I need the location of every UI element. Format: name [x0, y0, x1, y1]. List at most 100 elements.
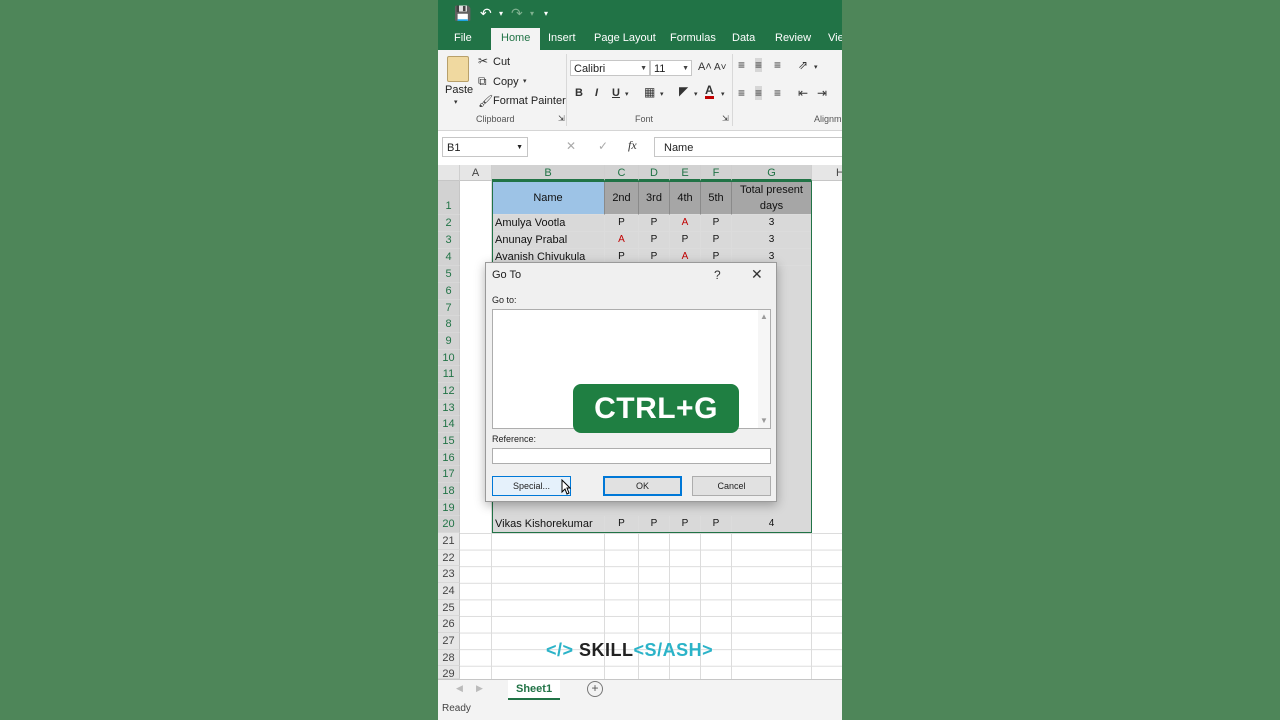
- header-day-4[interactable]: 4th: [670, 181, 701, 215]
- header-total[interactable]: Total present days: [732, 181, 812, 215]
- row-header[interactable]: 4: [438, 249, 460, 266]
- increase-indent-icon[interactable]: ⇥: [817, 86, 827, 100]
- row-header[interactable]: 21: [438, 533, 460, 550]
- row-header[interactable]: 14: [438, 416, 460, 433]
- redo-icon[interactable]: ↷: [511, 5, 523, 22]
- column-header-g[interactable]: G: [732, 165, 812, 181]
- cell-name[interactable]: Amulya Vootla: [492, 215, 605, 232]
- reference-input[interactable]: [492, 448, 771, 464]
- tab-data[interactable]: Data: [732, 32, 755, 44]
- row-header[interactable]: 10: [438, 350, 460, 366]
- undo-icon[interactable]: ↶: [480, 5, 492, 22]
- row-header[interactable]: 19: [438, 500, 460, 516]
- row-header[interactable]: 11: [438, 366, 460, 383]
- orientation-dropdown-icon[interactable]: ▾: [814, 63, 818, 71]
- row-header[interactable]: 24: [438, 583, 460, 600]
- row-header[interactable]: 12: [438, 383, 460, 400]
- row-header[interactable]: 3: [438, 232, 460, 249]
- tab-view[interactable]: Vie: [828, 32, 842, 44]
- decrease-font-icon[interactable]: A˅: [714, 62, 727, 73]
- column-header-b[interactable]: B: [492, 165, 605, 181]
- font-size-combo[interactable]: 11 ▼: [650, 60, 692, 76]
- cell-total[interactable]: 4: [732, 516, 812, 533]
- row-header[interactable]: 7: [438, 300, 460, 316]
- header-day-5[interactable]: 5th: [701, 181, 732, 215]
- column-header-h[interactable]: H: [812, 165, 842, 181]
- align-middle-icon[interactable]: ≡: [755, 58, 763, 72]
- font-color-icon[interactable]: A: [705, 84, 714, 99]
- borders-icon[interactable]: ▦: [644, 85, 655, 99]
- row-header[interactable]: 26: [438, 616, 460, 633]
- row-header[interactable]: 18: [438, 483, 460, 500]
- customize-icon[interactable]: ▾: [544, 9, 548, 18]
- formula-input[interactable]: Name: [654, 137, 842, 157]
- font-name-combo[interactable]: Calibri ▼: [570, 60, 650, 76]
- select-all-corner[interactable]: [438, 165, 460, 181]
- row-header[interactable]: 13: [438, 400, 460, 416]
- cell-day-absent[interactable]: A: [605, 232, 639, 249]
- borders-dropdown-icon[interactable]: ▾: [660, 90, 664, 98]
- tab-insert[interactable]: Insert: [548, 32, 576, 44]
- cell-day[interactable]: P: [701, 516, 732, 533]
- row-header[interactable]: 8: [438, 316, 460, 333]
- scroll-right-icon[interactable]: ▶: [476, 683, 483, 694]
- row-header[interactable]: 2: [438, 215, 460, 232]
- fill-color-icon[interactable]: ◤: [679, 84, 688, 98]
- name-box[interactable]: B1 ▼: [442, 137, 528, 157]
- header-name[interactable]: Name: [492, 181, 605, 215]
- enter-icon[interactable]: ✓: [598, 139, 608, 153]
- row-header[interactable]: 20: [438, 516, 460, 533]
- cell-day[interactable]: P: [670, 232, 701, 249]
- row-header[interactable]: 29: [438, 666, 460, 680]
- paste-icon[interactable]: [447, 56, 469, 82]
- cell-name[interactable]: Vikas Kishorekumar: [492, 516, 605, 533]
- font-color-dropdown-icon[interactable]: ▾: [721, 90, 725, 98]
- tab-file[interactable]: File: [454, 32, 472, 44]
- copy-button[interactable]: Copy: [493, 76, 519, 88]
- cut-button[interactable]: Cut: [493, 56, 510, 68]
- underline-button[interactable]: U: [612, 87, 620, 99]
- cell-total[interactable]: 3: [732, 215, 812, 232]
- paste-dropdown-icon[interactable]: ▾: [454, 98, 458, 106]
- row-header[interactable]: 1: [438, 181, 460, 215]
- row-header[interactable]: 16: [438, 450, 460, 466]
- ok-button[interactable]: OK: [603, 476, 682, 496]
- insert-function-icon[interactable]: fx: [628, 138, 637, 153]
- cell-day[interactable]: P: [639, 215, 670, 232]
- clipboard-launcher-icon[interactable]: ⇲: [558, 114, 565, 123]
- sheet-tab-sheet1[interactable]: Sheet1: [508, 680, 561, 700]
- add-sheet-button[interactable]: +: [587, 681, 603, 697]
- italic-button[interactable]: I: [595, 87, 598, 99]
- row-header[interactable]: 27: [438, 633, 460, 650]
- cell-name[interactable]: Anunay Prabal: [492, 232, 605, 249]
- decrease-indent-icon[interactable]: ⇤: [798, 86, 808, 100]
- scroll-down-icon[interactable]: ▼: [760, 416, 768, 425]
- row-header[interactable]: 22: [438, 550, 460, 566]
- help-icon[interactable]: ?: [714, 268, 721, 282]
- special-button[interactable]: Special...: [492, 476, 571, 496]
- format-painter-button[interactable]: Format Painter: [493, 95, 566, 107]
- cell-day[interactable]: P: [701, 232, 732, 249]
- column-header-a[interactable]: A: [460, 165, 492, 181]
- underline-dropdown-icon[interactable]: ▾: [625, 90, 629, 98]
- tab-home[interactable]: Home: [491, 28, 541, 50]
- column-header-d[interactable]: D: [639, 165, 670, 181]
- cell-day[interactable]: P: [670, 516, 701, 533]
- row-header[interactable]: 15: [438, 433, 460, 450]
- align-left-icon[interactable]: ≡: [738, 86, 745, 100]
- row-header[interactable]: 17: [438, 466, 460, 483]
- align-top-icon[interactable]: ≡: [738, 58, 745, 72]
- save-icon[interactable]: 💾: [454, 5, 471, 22]
- cell-day[interactable]: P: [701, 215, 732, 232]
- cell-day-absent[interactable]: A: [670, 215, 701, 232]
- orientation-icon[interactable]: ⇗: [798, 58, 808, 72]
- cell-day[interactable]: P: [639, 516, 670, 533]
- copy-dropdown-icon[interactable]: ▾: [523, 77, 527, 85]
- paste-button[interactable]: Paste: [445, 84, 473, 96]
- listbox-scrollbar[interactable]: ▲ ▼: [758, 310, 770, 428]
- column-header-e[interactable]: E: [670, 165, 701, 181]
- column-header-f[interactable]: F: [701, 165, 732, 181]
- tab-review[interactable]: Review: [775, 32, 811, 44]
- align-bottom-icon[interactable]: ≡: [774, 58, 781, 72]
- cell-total[interactable]: 3: [732, 232, 812, 249]
